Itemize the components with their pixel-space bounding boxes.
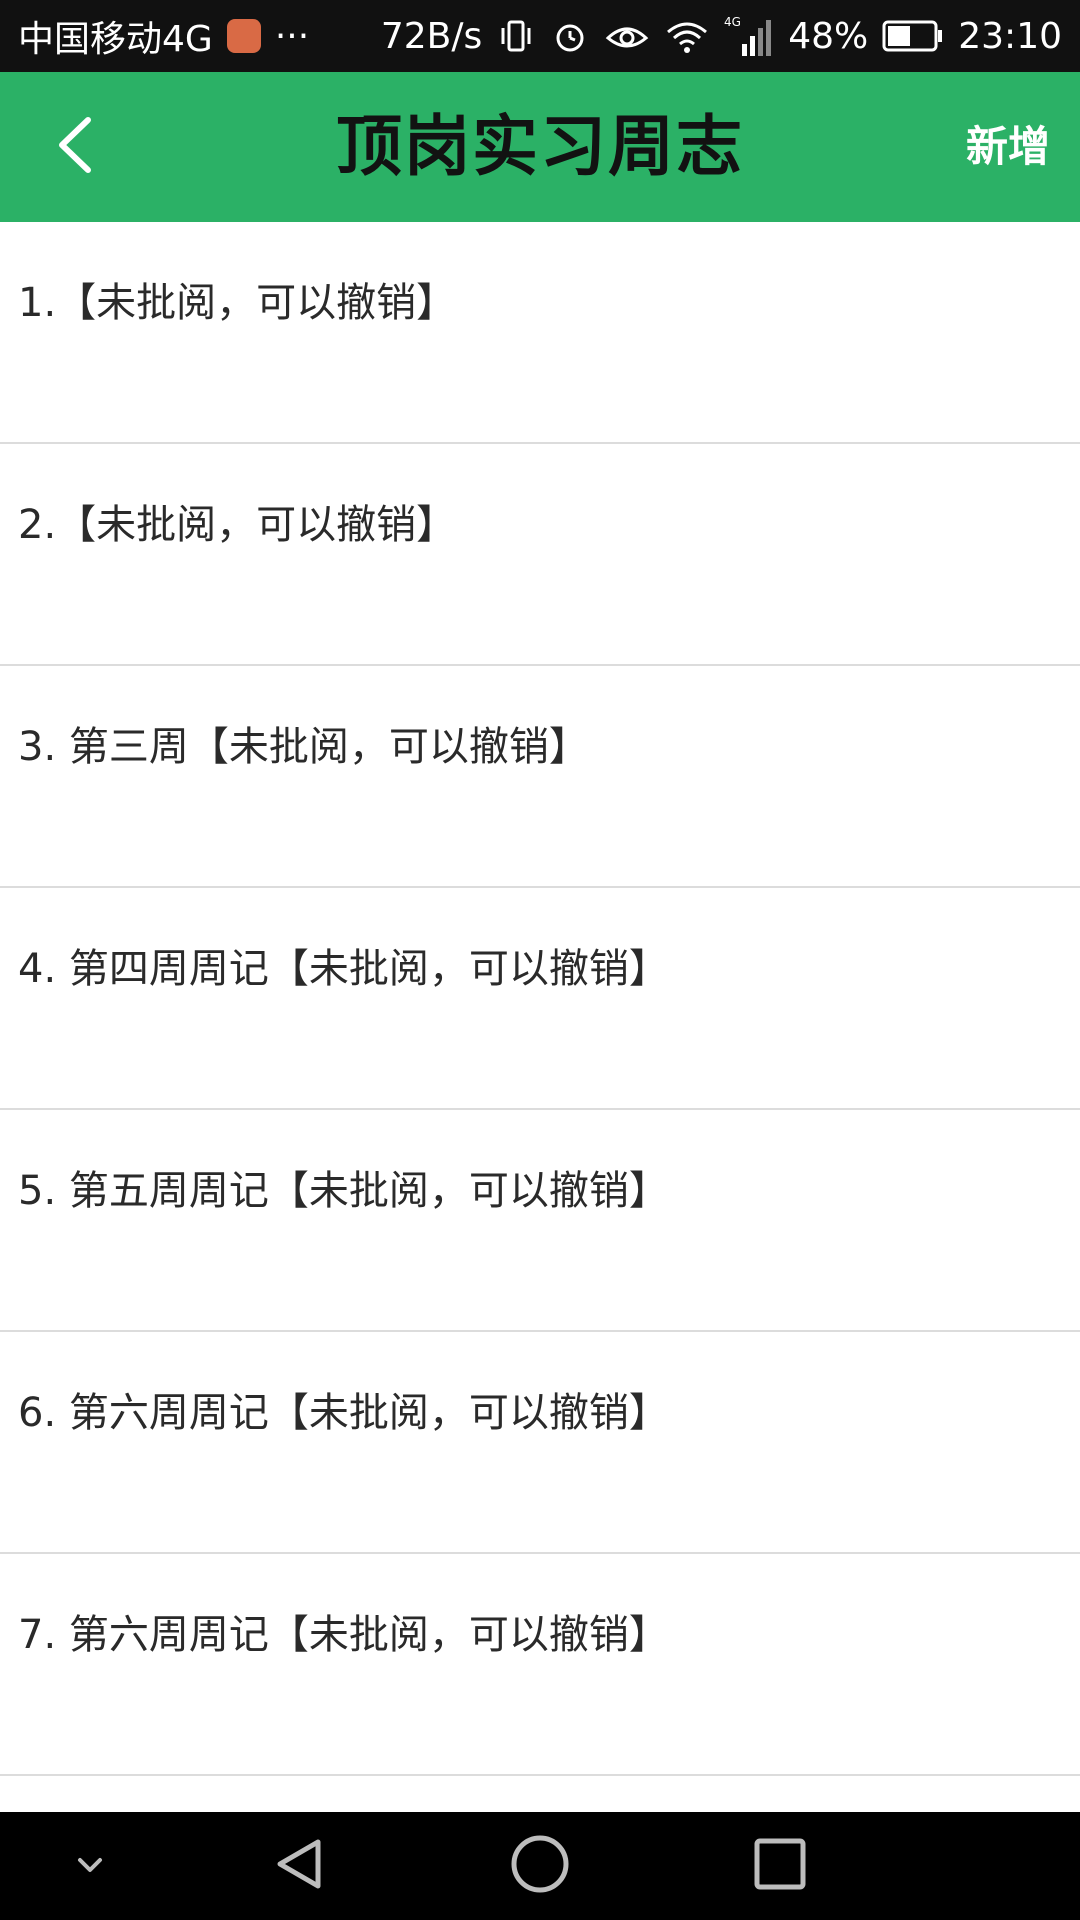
list-item-label: 4. 第四周周记【未批阅，可以撤销】 bbox=[18, 946, 669, 992]
app-notification-icon bbox=[226, 19, 261, 53]
status-right: 72B/s 4G 48% 23:10 bbox=[381, 14, 1062, 58]
list-item[interactable]: 2.【未批阅，可以撤销】 bbox=[0, 444, 1080, 666]
status-bar: 中国移动4G ··· 72B/s 4G 48% 23:10 bbox=[0, 0, 1080, 72]
page-title: 顶岗实习周志 bbox=[336, 108, 744, 185]
alarm-icon bbox=[550, 16, 590, 56]
list-item-label: 6. 第六周周记【未批阅，可以撤销】 bbox=[18, 1390, 669, 1436]
svg-text:4G: 4G bbox=[724, 15, 741, 29]
navigation-bar bbox=[0, 1812, 1080, 1920]
list-item[interactable]: 3. 第三周【未批阅，可以撤销】 bbox=[0, 666, 1080, 888]
nav-back-button[interactable] bbox=[250, 1812, 350, 1920]
nav-recents-button[interactable] bbox=[730, 1812, 830, 1920]
chevron-down-icon bbox=[72, 1852, 108, 1880]
battery-percent: 48% bbox=[788, 15, 869, 57]
signal-icon: 4G bbox=[724, 14, 774, 58]
list-item[interactable]: 5. 第五周周记【未批阅，可以撤销】 bbox=[0, 1110, 1080, 1332]
nav-home-button[interactable] bbox=[490, 1812, 590, 1920]
list-item[interactable]: 1.【未批阅，可以撤销】 bbox=[0, 222, 1080, 444]
clock: 23:10 bbox=[958, 15, 1062, 57]
list-item[interactable]: 7. 第六周周记【未批阅，可以撤销】 bbox=[0, 1554, 1080, 1776]
recents-square-icon bbox=[751, 1835, 809, 1897]
chevron-left-icon bbox=[50, 110, 100, 184]
vibrate-icon bbox=[496, 16, 536, 56]
list-item-label: 1.【未批阅，可以撤销】 bbox=[18, 280, 457, 326]
battery-icon bbox=[882, 18, 944, 54]
list-item[interactable]: 4. 第四周周记【未批阅，可以撤销】 bbox=[0, 888, 1080, 1110]
list-item[interactable]: 6. 第六周周记【未批阅，可以撤销】 bbox=[0, 1332, 1080, 1554]
add-button[interactable]: 新增 bbox=[966, 72, 1050, 222]
list-item-label: 5. 第五周周记【未批阅，可以撤销】 bbox=[18, 1168, 669, 1214]
status-left: 中国移动4G ··· bbox=[18, 10, 309, 62]
net-speed: 72B/s bbox=[380, 15, 483, 57]
list-item-label: 3. 第三周【未批阅，可以撤销】 bbox=[18, 724, 589, 770]
more-notifications: ··· bbox=[274, 15, 310, 57]
eye-icon bbox=[604, 16, 650, 56]
wifi-icon bbox=[664, 16, 710, 56]
journal-list: 1.【未批阅，可以撤销】 2.【未批阅，可以撤销】 3. 第三周【未批阅，可以撤… bbox=[0, 222, 1080, 1812]
app-bar: 顶岗实习周志 新增 bbox=[0, 72, 1080, 222]
carrier-label: 中国移动4G bbox=[18, 19, 213, 60]
back-button[interactable] bbox=[30, 102, 120, 192]
back-triangle-icon bbox=[270, 1834, 330, 1898]
home-circle-icon bbox=[508, 1832, 572, 1900]
list-item-label: 2.【未批阅，可以撤销】 bbox=[18, 502, 457, 548]
hide-nav-button[interactable] bbox=[40, 1812, 140, 1920]
list-item-label: 7. 第六周周记【未批阅，可以撤销】 bbox=[18, 1612, 669, 1658]
